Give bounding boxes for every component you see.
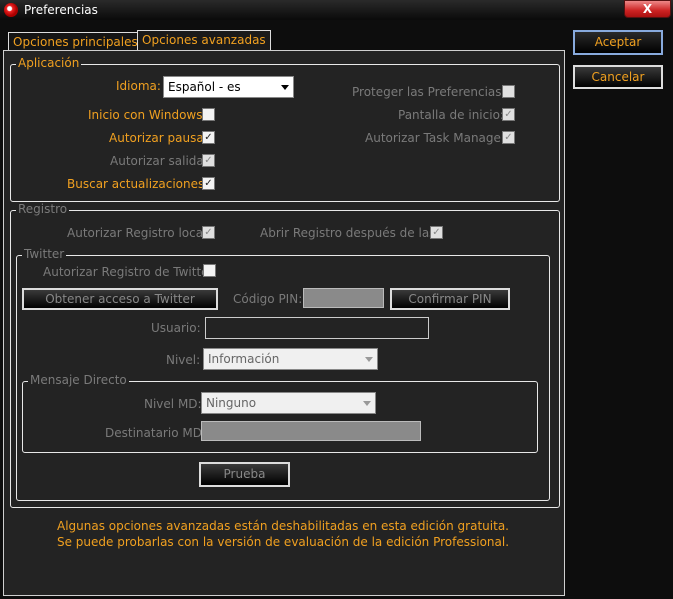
footer-notice: Algunas opciones avanzadas están deshabi…: [3, 518, 563, 550]
ok-button[interactable]: Aceptar: [573, 30, 663, 55]
footer-line-2: Se puede probarlas con la versión de eva…: [56, 535, 510, 549]
footer-line-1: Algunas opciones avanzadas están deshabi…: [57, 519, 509, 533]
nivel-label: Nivel:: [166, 353, 201, 367]
app-icon: [4, 3, 18, 17]
obtener-acceso-button[interactable]: Obtener acceso a Twitter: [22, 288, 218, 310]
idioma-value: Español - es: [168, 80, 241, 94]
proteger-preferencias-checkbox[interactable]: [502, 85, 515, 98]
pantalla-inicio-checkbox[interactable]: ✓: [502, 108, 515, 121]
twitter-legend: Twitter: [22, 247, 67, 261]
idioma-select[interactable]: Español - es: [163, 76, 294, 98]
mensaje-directo-legend: Mensaje Directo: [28, 373, 129, 387]
tab-opciones-avanzadas[interactable]: Opciones avanzadas: [137, 30, 271, 52]
aplicacion-legend: Aplicación: [16, 56, 82, 70]
nivel-select[interactable]: Información: [203, 348, 378, 370]
task-manager-checkbox[interactable]: ✓: [502, 131, 515, 144]
confirmar-pin-button[interactable]: Confirmar PIN: [390, 288, 510, 310]
abrir-registro-checkbox[interactable]: ✓: [430, 226, 443, 239]
pantalla-inicio-label: Pantalla de inicio:: [398, 108, 504, 122]
advanced-options-panel: Aplicación Idioma: Español - es Inicio c…: [3, 50, 565, 596]
autorizar-salida-label: Autorizar salida:: [110, 154, 208, 168]
usuario-label: Usuario:: [151, 321, 201, 335]
buscar-actualizaciones-checkbox[interactable]: ✓: [202, 177, 215, 190]
destinatario-md-input[interactable]: [201, 421, 421, 441]
nivel-md-label: Nivel MD:: [144, 397, 202, 411]
tab-opciones-principales[interactable]: Opciones principales: [8, 32, 143, 51]
task-manager-label: Autorizar Task Manager:: [365, 131, 510, 145]
nivel-md-value: Ninguno: [206, 396, 257, 410]
chevron-down-icon: [363, 401, 371, 406]
usuario-input[interactable]: [205, 317, 429, 339]
title-bar: Preferencias X: [0, 0, 673, 20]
proteger-preferencias-label: Proteger las Preferencias:: [352, 85, 506, 99]
nivel-md-select[interactable]: Ninguno: [201, 392, 376, 414]
registro-local-label: Autorizar Registro local:: [67, 226, 211, 240]
registro-legend: Registro: [16, 202, 70, 216]
autorizar-twitter-checkbox[interactable]: [203, 264, 216, 277]
registro-local-checkbox[interactable]: ✓: [202, 226, 215, 239]
prueba-button[interactable]: Prueba: [199, 462, 290, 487]
nivel-value: Información: [208, 352, 280, 366]
inicio-windows-checkbox[interactable]: [202, 108, 215, 121]
codigo-pin-label: Código PIN:: [233, 292, 303, 306]
pin-input[interactable]: [303, 288, 384, 308]
close-button[interactable]: X: [624, 0, 671, 18]
buscar-actualizaciones-label: Buscar actualizaciones:: [67, 177, 209, 191]
autorizar-twitter-label: Autorizar Registro de Twitter:: [43, 265, 218, 279]
inicio-windows-label: Inicio con Windows:: [88, 108, 207, 122]
idioma-label: Idioma:: [116, 79, 161, 93]
chevron-down-icon: [281, 85, 289, 90]
cancel-button[interactable]: Cancelar: [573, 65, 663, 89]
autorizar-pausa-label: Autorizar pausa:: [109, 131, 208, 145]
destinatario-md-label: Destinatario MD:: [105, 426, 206, 440]
chevron-down-icon: [365, 357, 373, 362]
window-title: Preferencias: [24, 3, 98, 17]
abrir-registro-label: Abrir Registro después de las:: [260, 226, 440, 240]
autorizar-pausa-checkbox[interactable]: ✓: [202, 131, 215, 144]
autorizar-salida-checkbox[interactable]: ✓: [202, 154, 215, 167]
